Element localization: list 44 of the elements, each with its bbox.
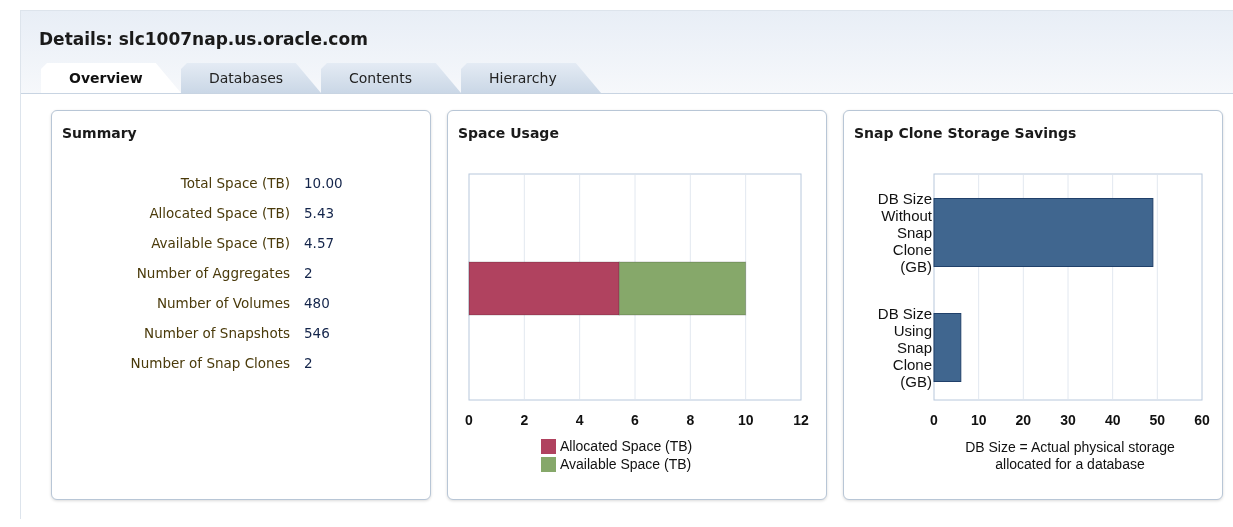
axis-tick-label: 12 [793,412,809,428]
field-value: 546 [304,325,331,341]
tab[interactable]: Hierarchy [461,63,601,93]
field-label: Number of Volumes [155,295,290,311]
legend-label: Allocated Space (TB) [560,438,693,454]
axis-tick-label: 10 [737,412,754,428]
axis-tick-label: 6 [631,412,639,428]
legend-swatch [541,439,556,454]
category-label: DB Size Without Snap Clone (GB) [877,189,932,275]
legend-swatch [541,457,556,472]
axis-tick-label: 20 [1015,412,1032,428]
field-label: Allocated Space (TB) [148,205,290,221]
tab[interactable]: Databases [181,63,321,93]
field-label: Number of Snap Clones [129,355,290,371]
field-label: Number of Aggregates [135,265,290,281]
axis-tick-label: 60 [1194,412,1210,428]
field-value: 2 [304,355,314,371]
legend-label: Available Space (TB) [560,456,692,472]
axis-tick-label: 10 [970,412,987,428]
tab[interactable]: Overview [41,63,181,93]
field-label: Number of Snapshots [143,325,290,341]
axis-tick-label: 40 [1104,412,1121,428]
axis-tick-label: 4 [575,412,584,428]
field-value: 4.57 [304,235,336,251]
axis-tick-label: 50 [1149,412,1166,428]
axis-tick-label: 30 [1060,412,1076,428]
panel-title: Summary [61,124,138,143]
axis-tick-label: 0 [465,412,473,428]
axis-tick-label: 8 [686,412,695,428]
panel-title: Snap Clone Storage Savings [853,124,1078,143]
chart-note: DB Size = Actual physical storage allocated for a database [965,439,1175,472]
panel-title: Space Usage [457,124,560,143]
tab[interactable]: Contents [321,63,461,93]
category-label: DB Size Using Snap Clone (GB) [877,304,932,390]
field-value: 2 [304,265,314,281]
page-title: Details: slc1007nap.us.oracle.com [38,29,369,49]
field-value: 5.43 [304,205,336,221]
field-value: 10.00 [304,175,344,191]
axis-tick-label: 2 [520,412,529,428]
bar [933,313,962,382]
field-label: Available Space (TB) [150,235,290,251]
axis-tick-label: 0 [930,412,938,428]
field-label: Total Space (TB) [179,175,290,191]
field-value: 480 [304,295,331,311]
